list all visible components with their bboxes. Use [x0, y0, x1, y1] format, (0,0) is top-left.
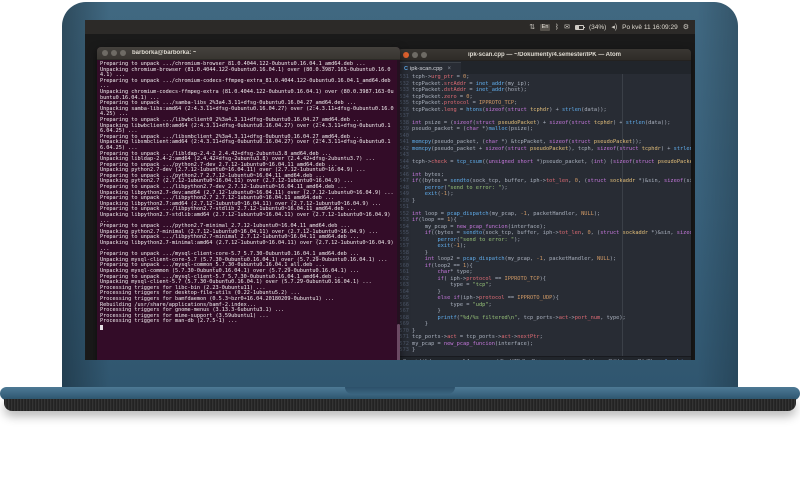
- laptop-mockup: ⇅ En ᛒ ✉ (34%) ◂) Po kvě 11 16:09:29 ⚙ i…: [0, 0, 800, 477]
- atom-status-bar: 2.projekt/ipk-scan.cpp 1:1 LF UTF-8 C++ mas…: [398, 356, 691, 360]
- code-editor[interactable]: 531 tcph->urg_ptr = 0; 532 tcpPacket.srcAdd…: [398, 74, 691, 356]
- clock[interactable]: Po kvě 11 16:09:29: [622, 24, 678, 31]
- terminal-cursor: [100, 324, 103, 330]
- atom-tab-bar: C ipk-scan.cpp ×: [398, 61, 691, 74]
- desktop: ipk-scan.cpp — ~/Dokumenty/4.semester/IP…: [85, 34, 695, 360]
- wrap-guide: [622, 74, 623, 356]
- tab-close-icon[interactable]: ×: [448, 66, 452, 72]
- screen: ⇅ En ᛒ ✉ (34%) ◂) Po kvě 11 16:09:29 ⚙ i…: [85, 20, 695, 360]
- status-item-master[interactable]: master: [548, 359, 571, 360]
- atom-window: ipk-scan.cpp — ~/Dokumenty/4.semester/IP…: [398, 49, 691, 360]
- status-item-1-update[interactable]: 1 update: [659, 359, 686, 360]
- status-item-fetch[interactable]: Fetch: [576, 359, 596, 360]
- code-line: 573}: [399, 347, 416, 353]
- status-right-group: LF UTF-8 C++ master Fetch GitHub Git (0) 1 upda…: [497, 359, 686, 360]
- status-item-utf-8[interactable]: UTF-8: [510, 359, 526, 360]
- status-item-github[interactable]: GitHub: [602, 359, 625, 360]
- status-cursor-position[interactable]: 1:1: [463, 359, 471, 360]
- terminal-titlebar[interactable]: barborka@barborka: ~: [97, 47, 400, 60]
- status-item-lf[interactable]: LF: [497, 359, 503, 360]
- cpp-file-icon: C: [404, 65, 408, 72]
- close-button[interactable]: [102, 50, 108, 56]
- tab-ipk-scan-cpp[interactable]: C ipk-scan.cpp ×: [399, 62, 461, 74]
- keyboard-layout-indicator[interactable]: En: [540, 23, 550, 31]
- terminal-line: Unpacking libsmbclient:amd64 (2:4.3.11+d…: [100, 139, 391, 151]
- unity-top-panel: ⇅ En ᛒ ✉ (34%) ◂) Po kvě 11 16:09:29 ⚙: [85, 20, 695, 34]
- laptop-lid-notch: [345, 387, 455, 394]
- session-gear-icon[interactable]: ⚙: [683, 24, 689, 31]
- status-item-c-[interactable]: C++: [531, 359, 541, 360]
- battery-percent: (34%): [588, 23, 607, 31]
- line-number: 573: [399, 347, 409, 353]
- laptop-bottom-edge: [4, 399, 796, 411]
- atom-window-title: ipk-scan.cpp — ~/Dokumenty/4.semester/IP…: [468, 51, 621, 58]
- terminal-output[interactable]: Preparing to unpack .../chromium-browser…: [97, 60, 400, 360]
- tab-label: ipk-scan.cpp: [409, 65, 443, 72]
- laptop-lid: ⇅ En ᛒ ✉ (34%) ◂) Po kvě 11 16:09:29 ⚙ i…: [62, 2, 738, 388]
- maximize-button[interactable]: [120, 50, 126, 56]
- status-item-git-0-[interactable]: Git (0): [631, 359, 652, 360]
- terminal-scrollbar[interactable]: [397, 60, 400, 360]
- mail-icon[interactable]: ✉: [564, 24, 570, 31]
- volume-icon[interactable]: ◂): [611, 24, 617, 31]
- minimize-button[interactable]: [111, 50, 117, 56]
- status-file-path[interactable]: 2.projekt/ipk-scan.cpp: [403, 359, 457, 360]
- network-icon[interactable]: ⇅: [529, 24, 535, 31]
- battery-icon[interactable]: [574, 24, 585, 30]
- atom-titlebar[interactable]: ipk-scan.cpp — ~/Dokumenty/4.semester/IP…: [398, 49, 691, 61]
- bluetooth-icon[interactable]: ᛒ: [555, 24, 559, 31]
- terminal-window: barborka@barborka: ~ Preparing to unpack…: [97, 47, 400, 360]
- terminal-title: barborka@barborka: ~: [132, 50, 197, 56]
